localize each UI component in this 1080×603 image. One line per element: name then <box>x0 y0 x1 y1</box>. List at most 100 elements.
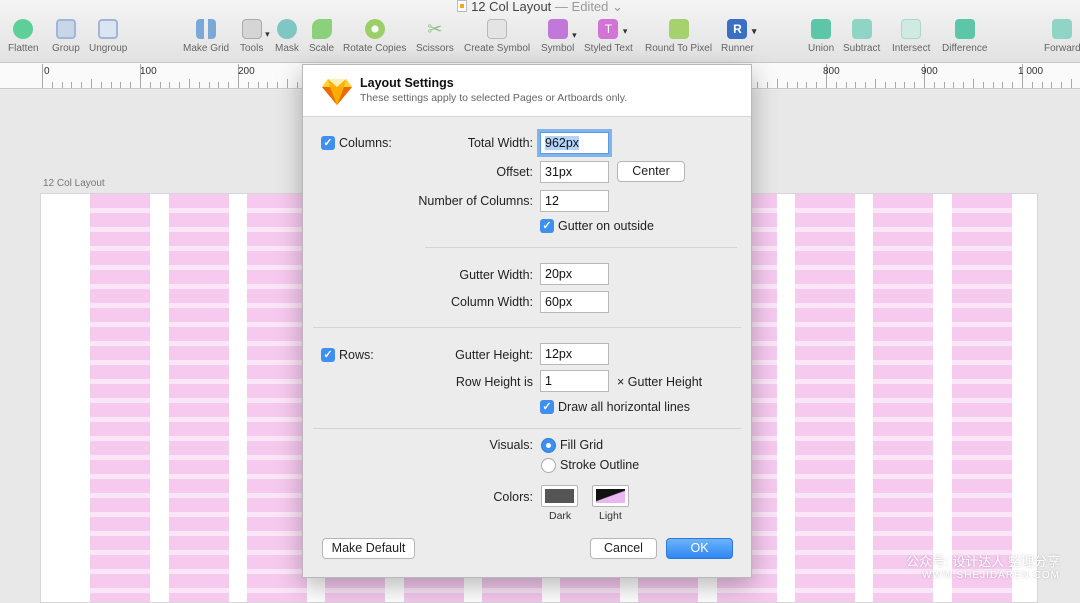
mask-button[interactable]: Mask <box>275 19 299 54</box>
watermark-url: WWW.SHEJIDAREN.COM <box>922 570 1060 581</box>
visuals-label: Visuals: <box>489 438 533 452</box>
watermark: 公众号: 设计达人 整理分享 WWW.SHEJIDAREN.COM <box>906 551 1060 581</box>
total-width-input[interactable]: 962px <box>540 132 609 154</box>
ruler-tick <box>885 82 886 88</box>
fill-grid-label: Fill Grid <box>560 438 604 452</box>
ruler-tick <box>248 82 249 88</box>
row-height-input[interactable]: 1 <box>540 370 609 392</box>
runner-icon: R <box>727 19 756 41</box>
gutter-height-input[interactable]: 12px <box>540 343 609 365</box>
round-to-pixel-button[interactable]: Round To Pixel <box>645 19 712 54</box>
difference-button[interactable]: Difference <box>942 19 987 54</box>
ruler-tick <box>258 82 259 88</box>
ruler-tick <box>169 82 170 88</box>
ruler-label: 1 000 <box>1018 66 1044 77</box>
stroke-outline-radio[interactable] <box>541 458 556 473</box>
rows-checkbox[interactable]: ✓ <box>321 348 335 362</box>
difference-icon <box>954 19 975 39</box>
ungroup-button[interactable]: Ungroup <box>89 19 127 54</box>
ruler-tick <box>973 79 974 88</box>
ruler-tick <box>218 82 219 88</box>
ruler-tick <box>855 82 856 88</box>
rotate-copies-button[interactable]: Rotate Copies <box>343 19 406 54</box>
ruler-tick <box>816 82 817 88</box>
light-color-swatch[interactable] <box>592 485 629 507</box>
tools-icon <box>241 19 270 40</box>
ruler-tick <box>895 82 896 88</box>
subtract-button[interactable]: Subtract <box>843 19 880 54</box>
dialog-subtitle: These settings apply to selected Pages o… <box>360 92 628 104</box>
ruler-tick <box>806 82 807 88</box>
number-of-columns-label: Number of Columns: <box>418 194 533 208</box>
runner-button[interactable]: RRunner <box>721 19 756 54</box>
gutter-on-outside-label: Gutter on outside <box>558 219 654 233</box>
gutter-width-input[interactable]: 20px <box>540 263 609 285</box>
ruler-tick <box>953 82 954 88</box>
light-color-fill <box>596 489 625 503</box>
grid-column <box>247 194 307 602</box>
make-default-button[interactable]: Make Default <box>322 538 415 559</box>
ruler-tick <box>875 79 876 88</box>
subtract-icon <box>851 19 872 39</box>
ruler-label: 800 <box>823 66 840 77</box>
scissors-icon: ✂ <box>427 19 443 39</box>
make-grid-icon <box>196 19 217 39</box>
draw-horizontal-lines-checkbox[interactable]: ✓ <box>540 400 554 414</box>
ruler-tick <box>904 82 905 88</box>
divider <box>313 327 741 328</box>
center-button[interactable]: Center <box>617 161 685 182</box>
ruler-label: 200 <box>238 66 255 77</box>
gutter-width-label: Gutter Width: <box>459 268 533 282</box>
stroke-outline-label: Stroke Outline <box>560 458 640 472</box>
grid-column <box>952 194 1012 602</box>
toolbar: 12 Col Layout — Edited ⌄ Flatten Group U… <box>0 0 1080 63</box>
dark-color-swatch[interactable] <box>541 485 578 507</box>
ruler-tick <box>757 82 758 88</box>
gutter-on-outside-checkbox[interactable]: ✓ <box>540 219 554 233</box>
create-symbol-button[interactable]: Create Symbol <box>464 19 530 54</box>
chevron-down-icon[interactable]: ⌄ <box>612 0 623 14</box>
number-of-columns-input[interactable]: 12 <box>540 190 609 212</box>
ruler-tick <box>120 82 121 88</box>
ok-button[interactable]: OK <box>666 538 733 559</box>
flatten-button[interactable]: Flatten <box>8 19 39 54</box>
scissors-button[interactable]: ✂ Scissors <box>416 19 454 54</box>
divider <box>313 428 741 429</box>
mask-icon <box>276 19 297 39</box>
tools-button[interactable]: Tools <box>240 19 270 54</box>
row-height-label: Row Height is <box>455 375 533 389</box>
forward-button[interactable]: Forward <box>1044 19 1080 54</box>
ruler-tick <box>983 82 984 88</box>
sketch-diamond-icon <box>322 79 352 105</box>
ruler-tick <box>787 82 788 88</box>
columns-checkbox[interactable]: ✓ <box>321 136 335 150</box>
union-icon <box>811 19 832 39</box>
dialog-title: Layout Settings <box>360 76 454 90</box>
group-button[interactable]: Group <box>52 19 80 54</box>
intersect-button[interactable]: Intersect <box>892 19 930 54</box>
row-height-suffix: × Gutter Height <box>617 375 703 389</box>
dark-color-fill <box>545 489 574 503</box>
ruler-tick <box>1042 82 1043 88</box>
union-button[interactable]: Union <box>808 19 834 54</box>
ruler-tick <box>52 82 53 88</box>
symbol-button[interactable]: Symbol <box>541 19 577 54</box>
document-status: — Edited <box>554 0 609 14</box>
cancel-button[interactable]: Cancel <box>590 538 657 559</box>
ruler-tick <box>993 82 994 88</box>
make-grid-button[interactable]: Make Grid <box>183 19 229 54</box>
ruler-tick <box>111 82 112 88</box>
scale-button[interactable]: Scale <box>309 19 334 54</box>
ungroup-icon <box>98 19 119 39</box>
ruler-tick <box>963 82 964 88</box>
artboard-label[interactable]: 12 Col Layout <box>43 178 105 189</box>
ruler-tick <box>71 82 72 88</box>
offset-input[interactable]: 31px <box>540 161 609 183</box>
fill-grid-radio[interactable] <box>541 438 556 453</box>
ruler-tick <box>189 79 190 88</box>
ruler-tick <box>1012 82 1013 88</box>
column-width-input[interactable]: 60px <box>540 291 609 313</box>
dialog-header: Layout Settings These settings apply to … <box>303 65 751 117</box>
gutter-height-label: Gutter Height: <box>455 348 533 362</box>
styled-text-button[interactable]: TStyled Text <box>584 19 633 54</box>
